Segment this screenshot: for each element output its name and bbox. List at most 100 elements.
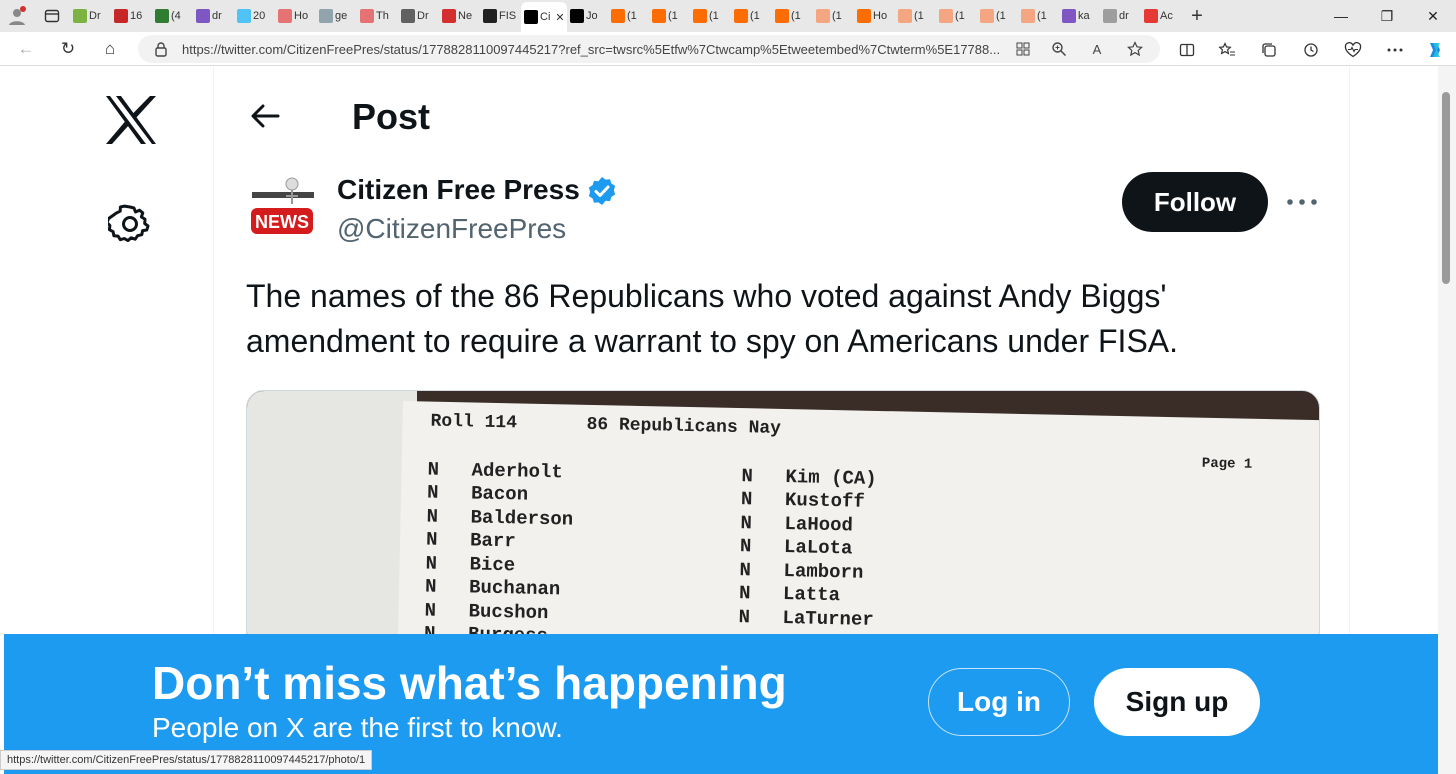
read-aloud-icon[interactable]: A	[1088, 40, 1106, 58]
browser-tab[interactable]: Ac	[1141, 0, 1182, 32]
log-in-button[interactable]: Log in	[928, 668, 1070, 736]
window-controls: — ❐ ✕	[1318, 0, 1456, 32]
vote-row: N Latta	[739, 582, 875, 608]
browser-tab[interactable]: (1	[690, 0, 731, 32]
banner-title: Don’t miss what’s happening	[152, 657, 787, 709]
tab-favicon-icon	[114, 9, 128, 23]
roll-call-sheet: Roll 114 86 Republicans Nay Page 1 N Ader…	[397, 401, 1319, 649]
browser-tab[interactable]: (1	[813, 0, 854, 32]
tab-label: Ac	[1160, 10, 1173, 22]
tab-favicon-icon	[980, 9, 994, 23]
history-icon[interactable]	[1300, 39, 1322, 61]
tab-favicon-icon	[1144, 9, 1158, 23]
collections-icon[interactable]	[1258, 39, 1280, 61]
verified-badge-icon[interactable]	[586, 175, 618, 207]
tab-favicon-icon	[816, 9, 830, 23]
new-tab-button[interactable]: +	[1182, 0, 1212, 32]
browser-tab[interactable]: (1	[772, 0, 813, 32]
favorites-icon[interactable]	[1216, 39, 1238, 61]
tab-label: Ci	[540, 11, 551, 23]
author-name[interactable]: Citizen Free Press	[337, 174, 580, 206]
vote-row: N LaHood	[740, 511, 876, 537]
browser-tab[interactable]: (1	[608, 0, 649, 32]
vote-row: N Bucshon	[424, 599, 571, 626]
browser-tab[interactable]: Dr	[70, 0, 111, 32]
settings-gear-icon[interactable]	[108, 202, 152, 246]
vote-value: N	[739, 535, 752, 558]
browser-tab[interactable]: (1	[936, 0, 977, 32]
browser-tab[interactable]: (1	[895, 0, 936, 32]
restore-button[interactable]: ❐	[1364, 0, 1410, 32]
back-arrow-icon[interactable]	[248, 100, 282, 132]
browser-tab[interactable]: Jo	[567, 0, 608, 32]
tab-label: (1	[996, 10, 1006, 22]
author-handle[interactable]: @CitizenFreePres	[337, 213, 566, 245]
browser-tab[interactable]: (1	[731, 0, 772, 32]
tab-favicon-icon	[196, 9, 210, 23]
browser-tab[interactable]: ge	[316, 0, 357, 32]
tab-label: (1	[955, 10, 965, 22]
photo-binder	[247, 391, 417, 649]
browser-tab[interactable]: FIS	[480, 0, 521, 32]
tab-close-icon[interactable]: ✕	[555, 11, 564, 24]
scrollbar-thumb[interactable]	[1442, 92, 1450, 284]
url-text[interactable]: https://twitter.com/CitizenFreePres/stat…	[182, 42, 1062, 57]
vote-row: N Balderson	[426, 505, 573, 532]
browser-essentials-icon[interactable]	[1342, 39, 1364, 61]
x-logo-icon[interactable]	[104, 94, 158, 146]
home-button[interactable]: ⌂	[98, 38, 122, 60]
browser-tab[interactable]: dr	[1100, 0, 1141, 32]
address-bar[interactable]: https://twitter.com/CitizenFreePres/stat…	[138, 35, 1160, 63]
vote-row: N Bacon	[427, 481, 574, 508]
browser-tab[interactable]: Th	[357, 0, 398, 32]
page-scrollbar[interactable]	[1438, 66, 1456, 774]
browser-tab[interactable]: 16	[111, 0, 152, 32]
browser-tab[interactable]: (1	[649, 0, 690, 32]
lock-icon[interactable]	[152, 40, 170, 58]
close-window-button[interactable]: ✕	[1410, 0, 1456, 32]
tab-favicon-icon	[360, 9, 374, 23]
sign-up-button[interactable]: Sign up	[1094, 668, 1260, 736]
split-screen-icon[interactable]	[1176, 39, 1198, 61]
browser-tab[interactable]: Ne	[439, 0, 480, 32]
member-name: Kustoff	[784, 489, 866, 513]
browser-tab[interactable]: Ho	[854, 0, 895, 32]
profile-avatar[interactable]	[0, 0, 34, 32]
follow-button[interactable]: Follow	[1122, 172, 1268, 232]
browser-tab[interactable]: ka	[1059, 0, 1100, 32]
settings-menu-icon[interactable]	[1384, 39, 1406, 61]
tab-actions-button[interactable]	[34, 0, 70, 32]
more-options-button[interactable]	[1282, 184, 1322, 220]
tab-favicon-icon	[734, 9, 748, 23]
tab-favicon-icon	[155, 9, 169, 23]
browser-tab[interactable]: (4	[152, 0, 193, 32]
back-button[interactable]: ←	[14, 38, 38, 60]
browser-tab[interactable]: Dr	[398, 0, 439, 32]
minimize-button[interactable]: —	[1318, 0, 1364, 32]
browser-tab[interactable]: (1	[1018, 0, 1059, 32]
vote-row: N Kustoff	[741, 488, 877, 514]
apps-icon[interactable]	[1014, 40, 1032, 58]
zoom-icon[interactable]	[1050, 40, 1068, 58]
browser-tab[interactable]: dr	[193, 0, 234, 32]
x-post-page: Post NEWS Citizen Free Press @CitizenFre…	[0, 66, 1456, 774]
copilot-icon[interactable]	[1424, 39, 1446, 61]
browser-tab[interactable]: Ho	[275, 0, 316, 32]
vote-value: N	[424, 599, 437, 622]
tab-favicon-icon	[652, 9, 666, 23]
tweet-photo[interactable]: Roll 114 86 Republicans Nay Page 1 N Ader…	[246, 390, 1320, 650]
favorite-star-icon[interactable]	[1126, 40, 1144, 58]
vote-row: N Bice	[425, 552, 572, 579]
author-avatar[interactable]: NEWS	[248, 174, 318, 248]
tab-label: (1	[914, 10, 924, 22]
vote-value: N	[426, 505, 439, 528]
browser-tab[interactable]: (1	[977, 0, 1018, 32]
member-name: Balderson	[470, 506, 574, 531]
tab-label: dr	[212, 10, 222, 22]
browser-tab[interactable]: Ci ✕	[521, 2, 567, 32]
tab-label: (1	[1037, 10, 1047, 22]
reload-button[interactable]: ↻	[56, 38, 80, 60]
roll-number: Roll 114	[430, 411, 518, 434]
browser-tab[interactable]: 20	[234, 0, 275, 32]
member-name: LaTurner	[782, 606, 874, 631]
